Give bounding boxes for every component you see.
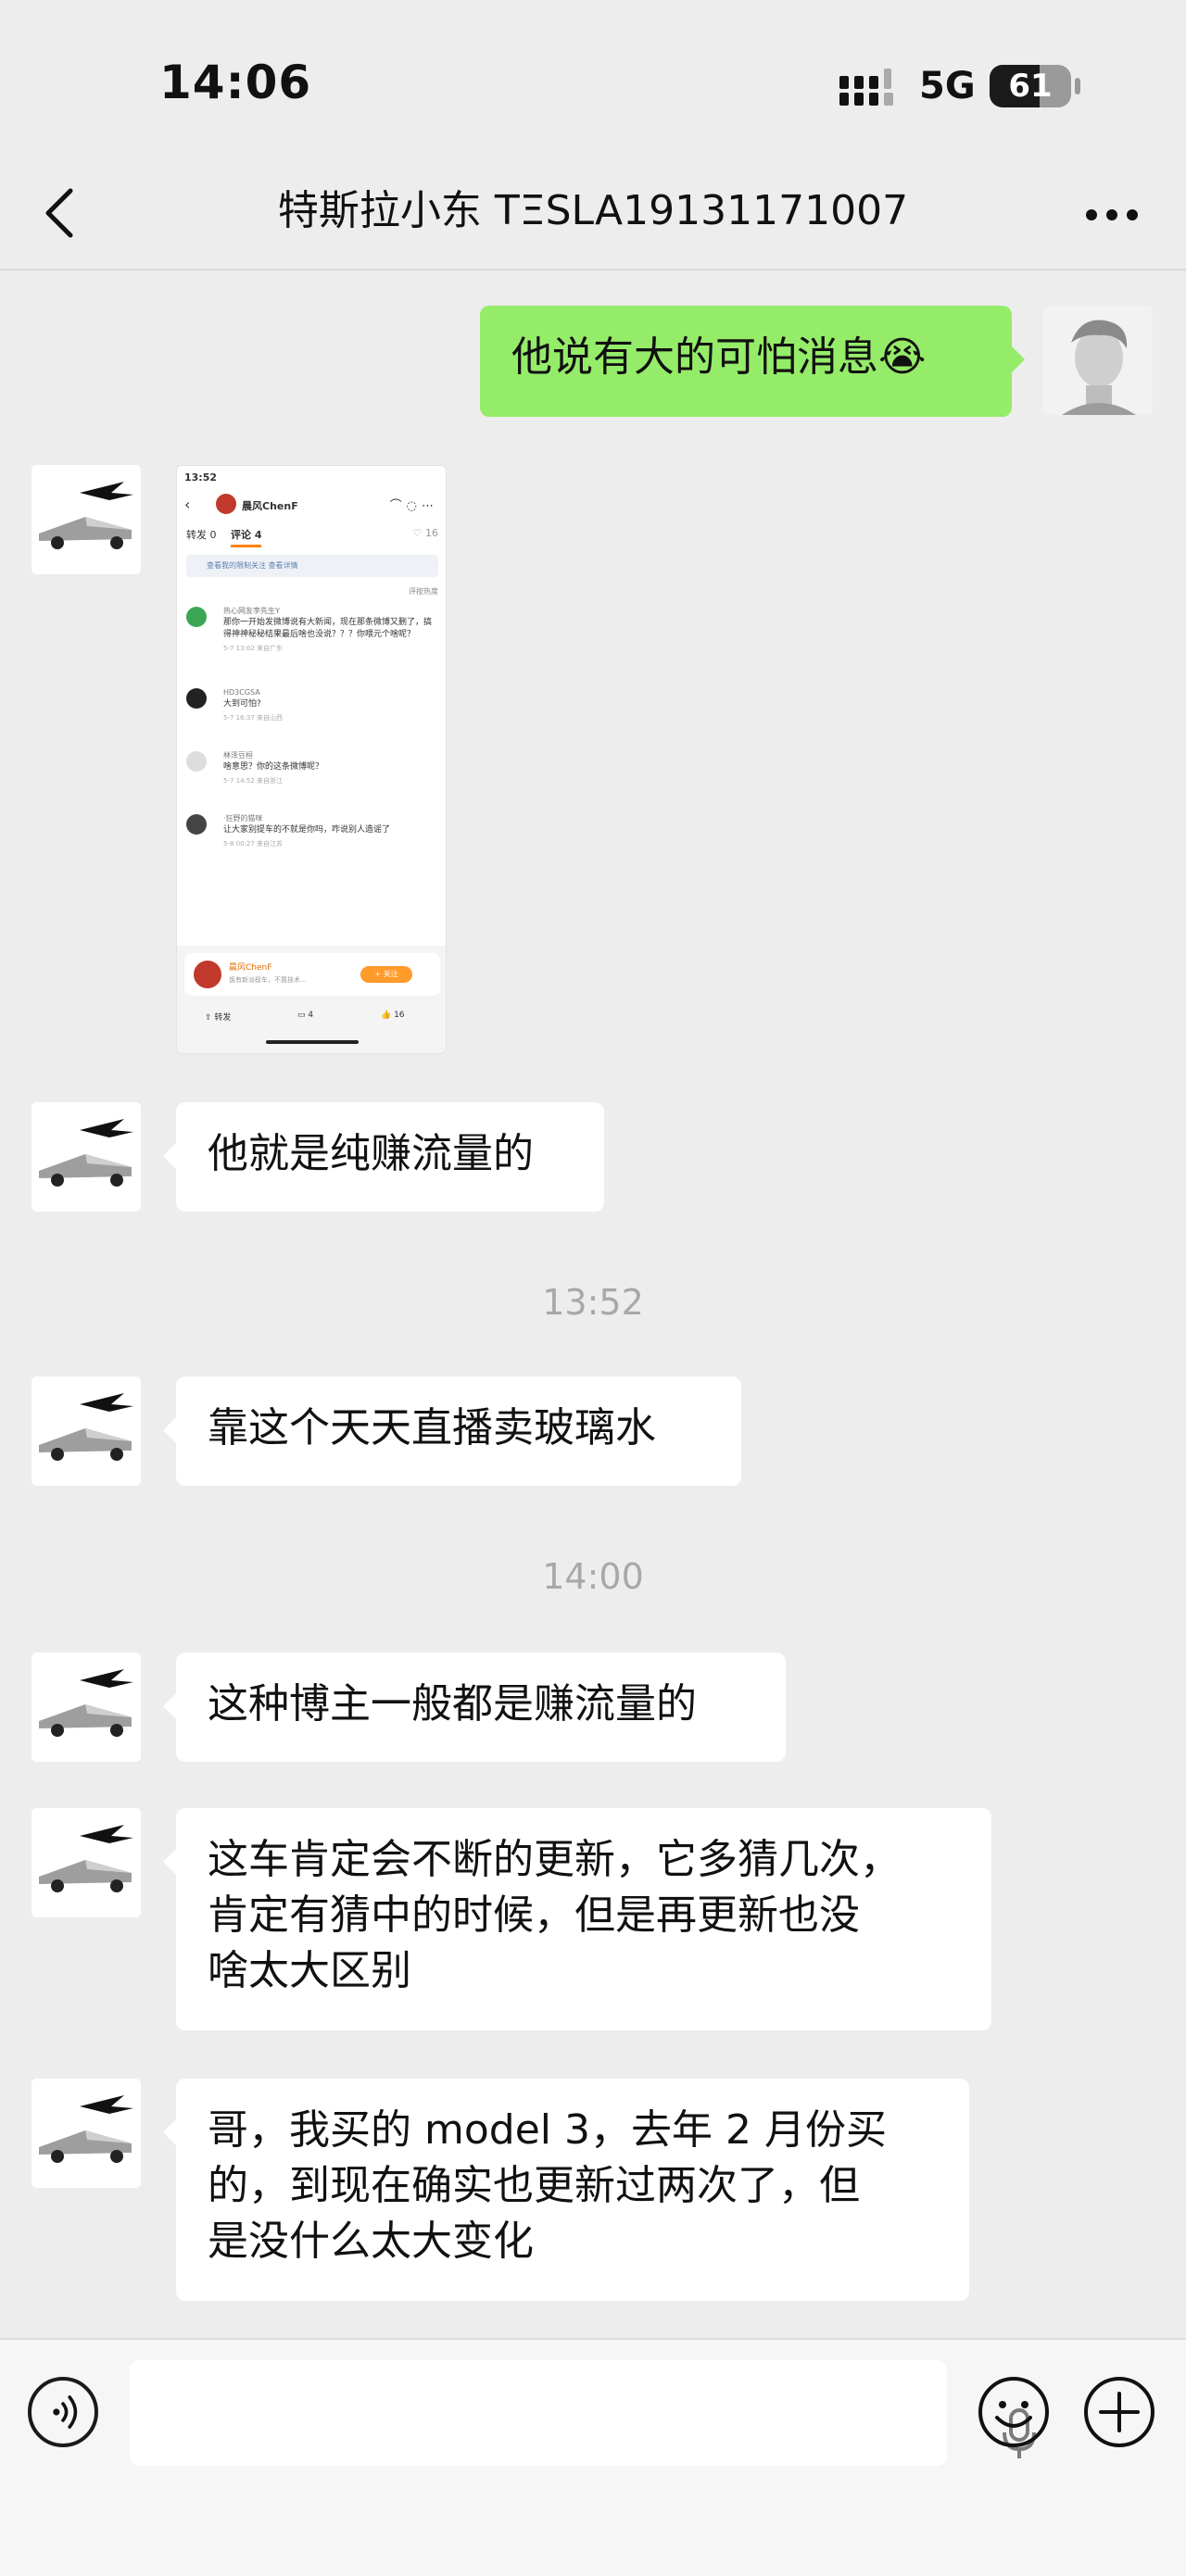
shot-comment-name: HD3CGSA xyxy=(223,688,260,697)
self-portrait-icon xyxy=(1043,306,1153,415)
shot-comment-avatar xyxy=(186,688,207,709)
battery-level: 61 xyxy=(1008,68,1053,105)
shot-card-desc: 饭有新派极车，不靠技术... xyxy=(229,976,307,984)
shot-comment-avatar xyxy=(186,751,207,772)
shot-action-repost-label: 转发 xyxy=(214,1013,232,1023)
shot-tab-comment: 评论 4 xyxy=(231,527,262,547)
cybertruck-avatar-icon xyxy=(32,1808,141,1917)
message-text-line: 这车肯定会不断的更新，它多猜几次， xyxy=(208,1836,901,1883)
cybertruck-avatar-icon xyxy=(32,1652,141,1762)
message-bubble-incoming[interactable]: 这车肯定会不断的更新，它多猜几次， 肯定有猜中的时候，但是再更新也没 啥太大区别 xyxy=(163,1808,991,2030)
shot-tab-repost: 转发 0 xyxy=(186,529,217,541)
message-input[interactable] xyxy=(130,2360,1036,2466)
message-bubble-incoming[interactable]: 靠这个天天直播卖玻璃水 xyxy=(163,1376,741,1486)
shot-follow-button: + 关注 xyxy=(360,966,412,983)
message-text: 靠这个天天直播卖玻璃水 xyxy=(208,1404,656,1451)
shot-comment-meta: 5-8 00:27 来自江苏 xyxy=(223,840,284,848)
shot-footer: 晨风ChenF 饭有新派极车，不靠技术... + 关注 ⇪ 转发 ▭ 4 👍 1… xyxy=(177,946,446,1053)
shot-comment-text: 那你一开始发微博说有大新闻，现在那条微博又删了，搞得神神秘秘结果最后啥也没说？？… xyxy=(223,618,433,639)
shot-comment-name: 林泽豆桓 xyxy=(223,751,253,760)
message-text: 他说有大的可怕消息😭 xyxy=(511,333,927,381)
avatar-self[interactable] xyxy=(1043,306,1153,415)
shot-header-icons: ⌒◌⋯ xyxy=(389,499,438,513)
shot-comment-text: 啥意思？你的这条微博呢？ xyxy=(223,762,324,772)
avatar-contact[interactable] xyxy=(32,465,141,574)
message-text: 这种博主一般都是赚流量的 xyxy=(208,1680,697,1728)
voice-icon[interactable] xyxy=(28,2377,98,2447)
cybertruck-avatar-icon xyxy=(32,465,141,574)
shot-comment: ·狂野的猫咪 让大家别提车的不就是你吗，咋说别人造谣了 5-8 00:27 来自… xyxy=(186,812,438,850)
shot-author-avatar xyxy=(216,494,236,514)
shot-like-count: ♡ 16 xyxy=(412,527,438,539)
more-horizontal-icon[interactable] xyxy=(1084,207,1140,222)
message-text: 他就是纯赚流量的 xyxy=(208,1130,534,1177)
shot-home-indicator xyxy=(266,1040,359,1044)
avatar-contact[interactable] xyxy=(32,1376,141,1486)
shot-action-like-count: 16 xyxy=(394,1011,405,1020)
chevron-left-icon[interactable] xyxy=(37,185,83,241)
network-type: 5G xyxy=(919,65,976,107)
cybertruck-avatar-icon xyxy=(32,2079,141,2188)
shot-comment-text: 让大家别提车的不就是你吗，咋说别人造谣了 xyxy=(223,825,391,835)
avatar-contact[interactable] xyxy=(32,1102,141,1212)
battery-icon: 61 xyxy=(990,65,1071,107)
shot-comment: 热心网友李先生Y 那你一开始发微博说有大新闻，现在那条微博又删了，搞得神神秘秘结… xyxy=(186,605,438,655)
shared-screenshot-image[interactable]: 13:52 ‹ 晨风ChenF ⌒◌⋯ 转发 0 评论 4 ♡ 16 查看我的限… xyxy=(176,465,447,1054)
chat-timestamp: 13:52 xyxy=(542,1282,644,1323)
shot-card-avatar xyxy=(194,961,221,988)
shot-comment-meta: 5-7 14:52 来自浙江 xyxy=(223,777,284,785)
message-bubble-incoming[interactable]: 这种博主一般都是赚流量的 xyxy=(163,1652,786,1762)
emoji-icon[interactable] xyxy=(977,2375,1051,2449)
shot-like-count-value: 16 xyxy=(425,527,438,539)
shot-comment-text: 大到可怕? xyxy=(223,699,261,709)
message-bubble-incoming[interactable]: 哥，我买的 model 3，去年 2 月份买 的，到现在确实也更新过两次了，但 … xyxy=(163,2079,969,2301)
shot-card-name: 晨风ChenF xyxy=(229,963,272,973)
shot-time: 13:52 xyxy=(184,471,218,484)
message-text-line: 啥太大区别 xyxy=(208,1947,411,1994)
chat-header: 特斯拉小东 TΞSLA19131171007 xyxy=(0,157,1186,270)
shot-tabs: 转发 0 评论 4 ♡ 16 xyxy=(186,527,438,547)
plus-icon[interactable] xyxy=(1082,2375,1156,2449)
shot-notice: 查看我的限制关注 查看详情 xyxy=(186,555,438,577)
chat-timestamp: 14:00 xyxy=(542,1556,644,1597)
cybertruck-avatar-icon xyxy=(32,1376,141,1486)
shot-sort-label: 评按热度 xyxy=(409,587,438,596)
shot-comment: 林泽豆桓 啥意思？你的这条微博呢？ 5-7 14:52 来自浙江 xyxy=(186,749,438,787)
shot-action-repost: ⇪ 转发 xyxy=(205,1013,232,1023)
chat-input-bar xyxy=(0,2338,1186,2576)
shot-comment-name: 热心网友李先生Y xyxy=(223,607,280,615)
message-text-line: 的，到现在确实也更新过两次了，但 xyxy=(208,2162,860,2209)
shot-comment-name: ·狂野的猫咪 xyxy=(223,814,263,823)
shot-comment-meta: 5-7 13:02 来自广东 xyxy=(223,645,284,652)
message-text-line: 肯定有猜中的时候，但是再更新也没 xyxy=(208,1891,860,1939)
message-text-line: 是没什么太大变化 xyxy=(208,2218,534,2265)
shot-comment: HD3CGSA 大到可怕? 5-7 16:37 来自山西 xyxy=(186,686,438,724)
chat-title: 特斯拉小东 TΞSLA19131171007 xyxy=(277,187,909,234)
cybertruck-avatar-icon xyxy=(32,1102,141,1212)
message-text-line: 哥，我买的 model 3，去年 2 月份买 xyxy=(208,2106,887,2154)
avatar-contact[interactable] xyxy=(32,1808,141,1917)
battery-cap xyxy=(1075,78,1080,94)
avatar-contact[interactable] xyxy=(32,1652,141,1762)
signal-icon xyxy=(839,69,893,106)
status-time: 14:06 xyxy=(159,56,312,109)
shot-comment-meta: 5-7 16:37 来自山西 xyxy=(223,714,284,722)
message-bubble-outgoing[interactable]: 他说有大的可怕消息😭 xyxy=(480,306,1025,417)
shot-author-name: 晨风ChenF xyxy=(242,500,298,512)
shot-action-like: 👍 16 xyxy=(381,1011,405,1020)
shot-comment-avatar xyxy=(186,814,207,835)
status-bar: 14:06 5G 61 xyxy=(0,0,1186,157)
shot-back-icon: ‹ xyxy=(184,496,191,513)
shot-action-comment: ▭ 4 xyxy=(297,1011,314,1020)
shot-author-card: 晨风ChenF 饭有新派极车，不靠技术... + 关注 xyxy=(184,953,440,996)
shot-action-comment-count: 4 xyxy=(308,1011,314,1020)
shot-header: ‹ 晨风ChenF ⌒◌⋯ xyxy=(177,486,446,520)
shot-comment-avatar xyxy=(186,607,207,627)
message-bubble-incoming[interactable]: 他就是纯赚流量的 xyxy=(163,1102,604,1212)
avatar-contact[interactable] xyxy=(32,2079,141,2188)
